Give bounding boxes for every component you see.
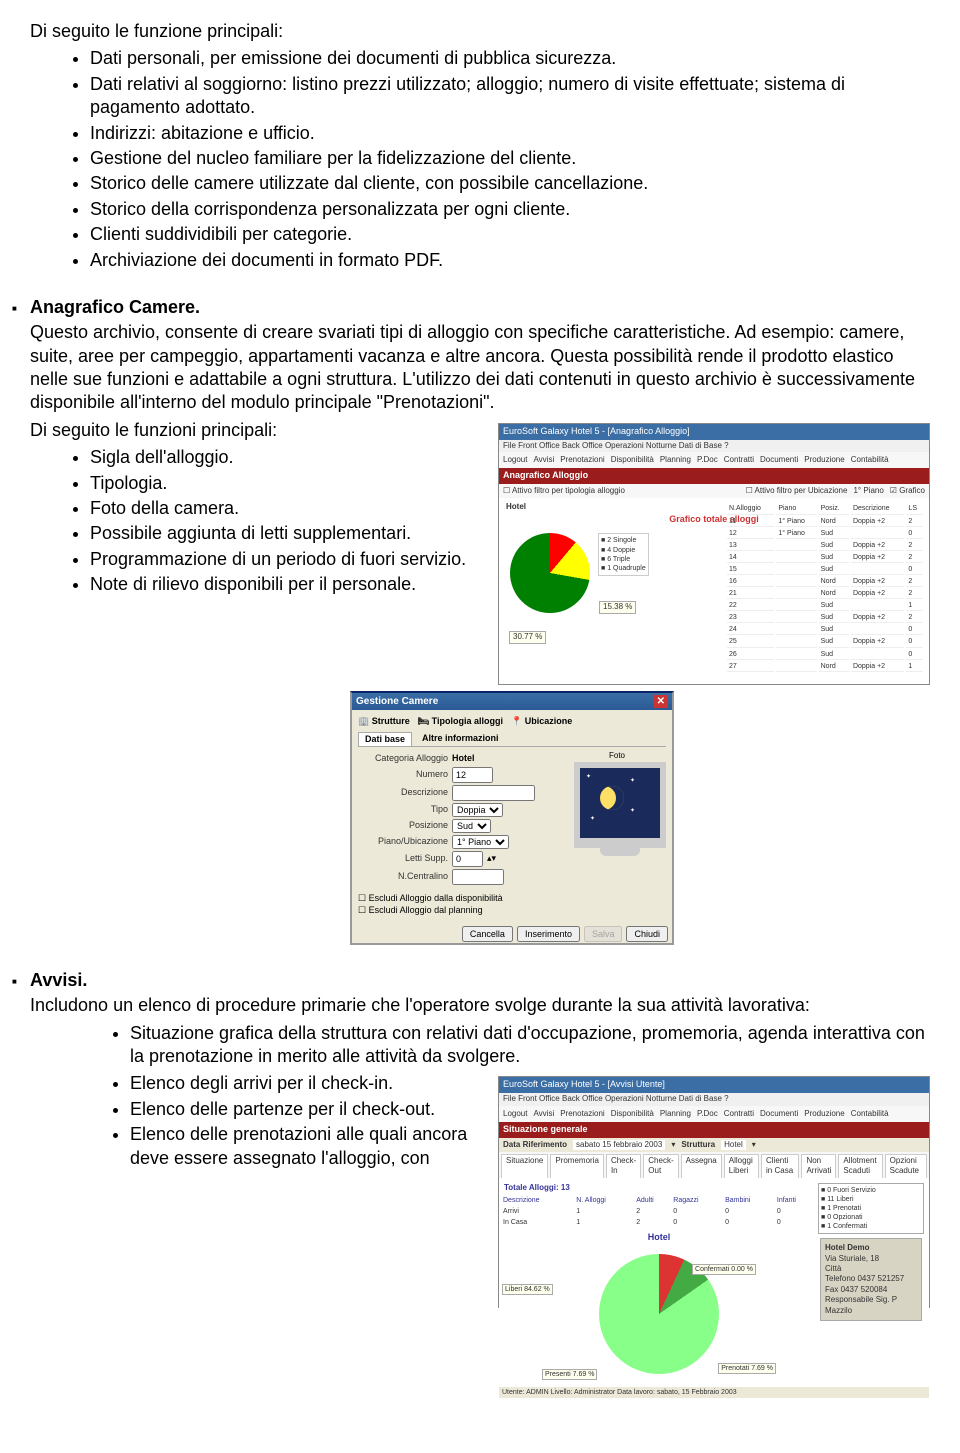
- feature-list-1: Dati personali, per emissione dei docume…: [30, 47, 930, 272]
- list-item: Archiviazione dei documenti in formato P…: [90, 249, 930, 272]
- letti-input[interactable]: [452, 851, 483, 867]
- centralino-input[interactable]: [452, 869, 504, 885]
- tipo-select[interactable]: Doppia: [452, 803, 503, 817]
- section-redbar: Situazione generale: [499, 1122, 929, 1138]
- posizione-select[interactable]: Sud: [452, 819, 491, 833]
- status-bar: Utente: ADMIN Livello: Administrator Dat…: [499, 1387, 929, 1398]
- section-body: Questo archivio, consente di creare svar…: [30, 321, 930, 415]
- list-item: Storico delle camere utilizzate dal clie…: [90, 172, 930, 195]
- close-icon[interactable]: ✕: [654, 695, 668, 708]
- hotel-info-box: Hotel Demo Via Sturiale, 18 Città Telefo…: [820, 1238, 922, 1321]
- list-item: Gestione del nucleo familiare per la fid…: [90, 147, 930, 170]
- section-heading-anagrafico: Anagrafico Camere.: [30, 296, 930, 319]
- foto-preview-icon: ✦ ✦ ✦ ✦: [574, 762, 666, 848]
- list-item: Dati personali, per emissione dei docume…: [90, 47, 930, 70]
- menu-bar: File Front Office Back Office Operazioni…: [499, 1093, 929, 1105]
- list-item: Situazione grafica della struttura con r…: [130, 1022, 930, 1069]
- piano-select[interactable]: 1° Piano: [452, 835, 509, 849]
- section-redbar: Anagrafico Alloggio: [499, 468, 929, 484]
- cancella-button[interactable]: Cancella: [462, 926, 513, 942]
- screenshot-gestione-camere: Gestione Camere ✕ 🏢 Strutture 🛏 Tipologi…: [350, 691, 674, 945]
- list-item: Indirizzi: abitazione e ufficio.: [90, 122, 930, 145]
- salva-button[interactable]: Salva: [584, 926, 623, 942]
- list-item: Storico della corrispondenza personalizz…: [90, 198, 930, 221]
- toolbar: LogoutAvvisiPrenotazioniDisponibilitàPla…: [499, 1106, 929, 1122]
- toolbar: LogoutAvvisiPrenotazioniDisponibilitàPla…: [499, 452, 929, 468]
- screenshot-avvisi-utente: EuroSoft Galaxy Hotel 5 - [Avvisi Utente…: [498, 1076, 930, 1308]
- window-titlebar: EuroSoft Galaxy Hotel 5 - [Avvisi Utente…: [499, 1077, 929, 1093]
- intro-text: Di seguito le funzione principali:: [30, 20, 930, 43]
- feature-list-3: Situazione grafica della struttura con r…: [30, 1022, 930, 1069]
- list-item: Clienti suddividibili per categorie.: [90, 223, 930, 246]
- list-item: Dati relativi al soggiorno: listino prez…: [90, 73, 930, 120]
- section-body: Includono un elenco di procedure primari…: [30, 994, 930, 1017]
- chiudi-button[interactable]: Chiudi: [626, 926, 668, 942]
- menu-bar: File Front Office Back Office Operazioni…: [499, 440, 929, 452]
- pie-chart-icon: [510, 533, 590, 613]
- numero-input[interactable]: [452, 767, 493, 783]
- dialog-titlebar: Gestione Camere ✕: [352, 693, 672, 710]
- inserimento-button[interactable]: Inserimento: [517, 926, 580, 942]
- section-heading-avvisi: Avvisi.: [30, 969, 930, 992]
- avvisi-tabs: SituazionePromemoriaCheck-InCheck-OutAss…: [499, 1152, 929, 1178]
- alloggi-table: N.AlloggioPianoPosiz.DescrizioneLS 111° …: [725, 502, 925, 673]
- descrizione-input[interactable]: [452, 785, 535, 801]
- screenshot-anagrafico-alloggio: EuroSoft Galaxy Hotel 5 - [Anagrafico Al…: [498, 423, 930, 685]
- window-titlebar: EuroSoft Galaxy Hotel 5 - [Anagrafico Al…: [499, 424, 929, 440]
